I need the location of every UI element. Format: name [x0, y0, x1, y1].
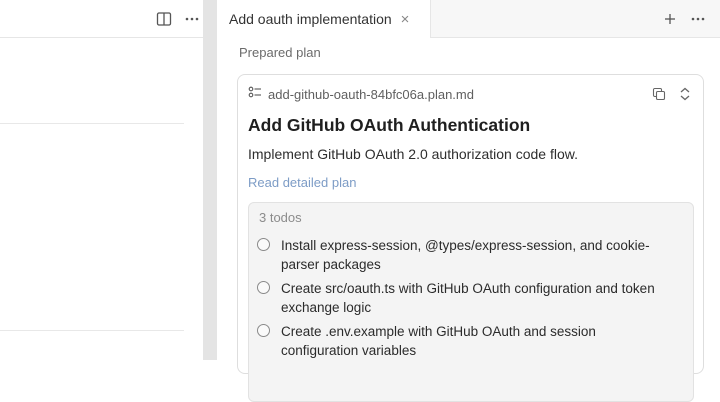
- plan-description: Implement GitHub OAuth 2.0 authorization…: [248, 146, 578, 162]
- more-icon[interactable]: [687, 8, 709, 30]
- todo-list: 3 todos Install express-session, @types/…: [248, 202, 694, 402]
- todo-item: Create src/oauth.ts with GitHub OAuth co…: [257, 279, 677, 317]
- left-pane: [0, 0, 203, 360]
- left-toolbar: [0, 0, 203, 38]
- plan-card: add-github-oauth-84bfc06a.plan.md Add Gi…: [237, 74, 704, 402]
- section-label: Prepared plan: [239, 45, 321, 60]
- tab-bar: Add oauth implementation ×: [217, 0, 720, 38]
- left-divider: [0, 123, 184, 124]
- add-icon[interactable]: [659, 8, 681, 30]
- tab-title: Add oauth implementation: [229, 11, 392, 27]
- expand-collapse-icon[interactable]: [674, 83, 696, 105]
- left-divider: [0, 330, 184, 331]
- more-icon[interactable]: [181, 8, 203, 30]
- right-pane: Add oauth implementation × Prepared plan…: [217, 0, 720, 402]
- todo-checkbox[interactable]: [257, 324, 270, 337]
- plan-file-row[interactable]: add-github-oauth-84bfc06a.plan.md: [248, 85, 474, 103]
- tab-add-oauth-implementation[interactable]: Add oauth implementation ×: [217, 0, 431, 38]
- pane-splitter[interactable]: [203, 0, 217, 360]
- plan-title: Add GitHub OAuth Authentication: [248, 115, 531, 135]
- todo-text: Create src/oauth.ts with GitHub OAuth co…: [281, 281, 655, 315]
- todo-item: Install express-session, @types/express-…: [257, 236, 677, 274]
- todo-item: Create .env.example with GitHub OAuth an…: [257, 322, 677, 360]
- copy-icon[interactable]: [648, 83, 670, 105]
- todo-checkbox[interactable]: [257, 281, 270, 294]
- read-detailed-plan-link[interactable]: Read detailed plan: [248, 175, 356, 190]
- todo-checkbox[interactable]: [257, 238, 270, 251]
- close-icon[interactable]: ×: [401, 12, 410, 27]
- todo-count: 3 todos: [259, 210, 302, 225]
- todo-text: Install express-session, @types/express-…: [281, 238, 650, 272]
- plan-file-name: add-github-oauth-84bfc06a.plan.md: [268, 86, 474, 102]
- todo-text: Create .env.example with GitHub OAuth an…: [281, 324, 596, 358]
- checklist-icon: [248, 85, 262, 104]
- split-panel-icon[interactable]: [153, 8, 175, 30]
